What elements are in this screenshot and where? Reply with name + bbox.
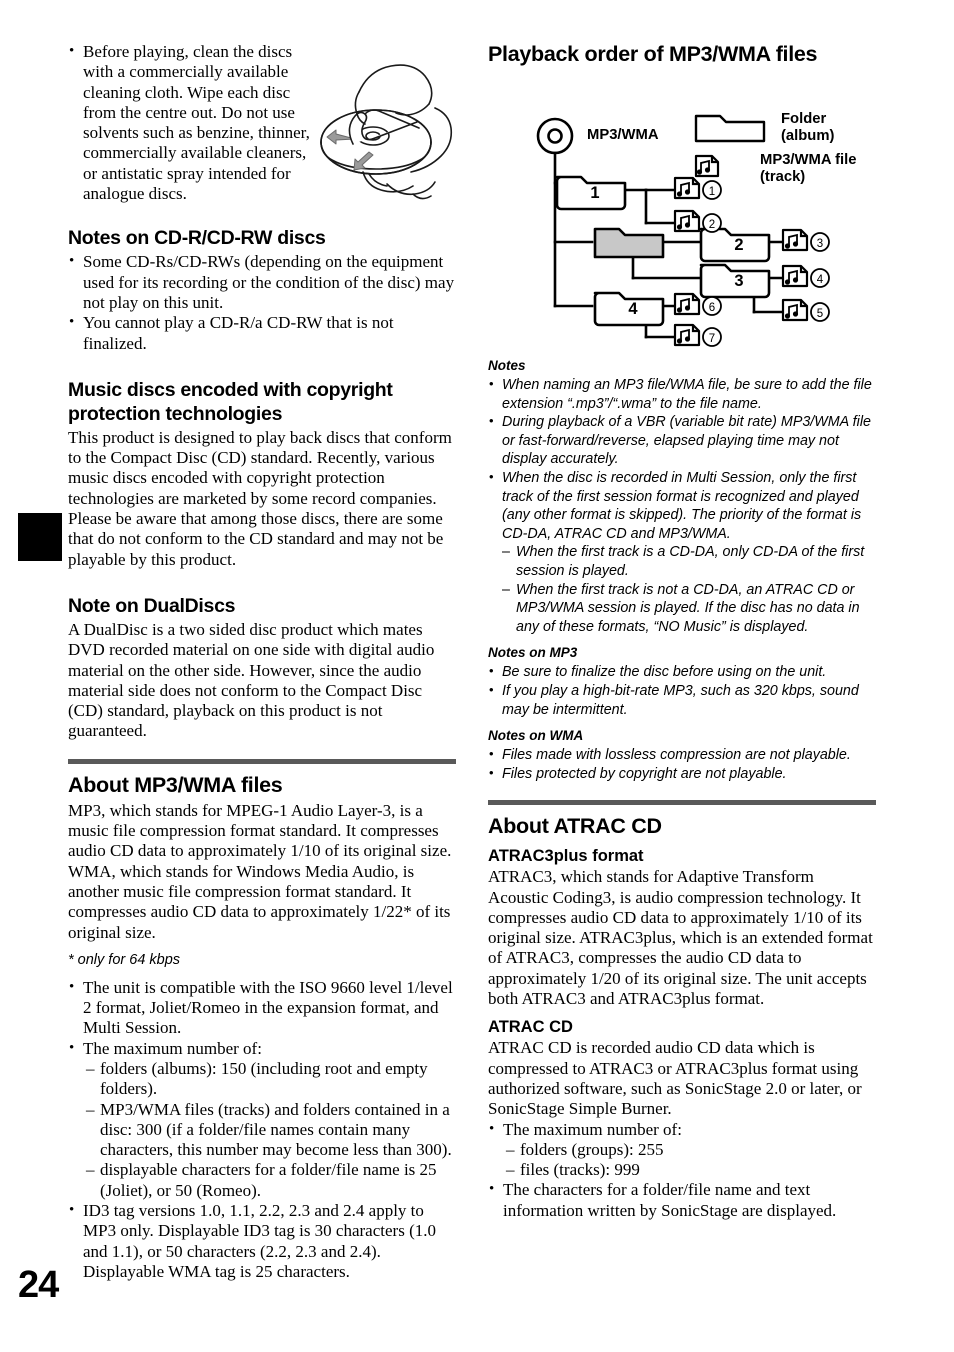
heading-notes-cdr: Notes on CD-R/CD-RW discs — [68, 227, 326, 250]
svg-text:3: 3 — [734, 272, 743, 290]
list-item: The unit is compatible with the ISO 9660… — [68, 977, 456, 1039]
list-item: When naming an MP3 file/WMA file, be sur… — [488, 375, 876, 413]
svg-text:1: 1 — [590, 184, 599, 202]
svg-text:4: 4 — [628, 300, 638, 318]
section-divider-2 — [488, 800, 876, 806]
spec-bullet-list-2: ID3 tag versions 1.0, 1.1, 2.2, 2.3 and … — [68, 1200, 456, 1282]
heading-atrac3plus-format: ATRAC3plus format — [488, 847, 644, 866]
notes-mp3-list: Be sure to finalize the disc before usin… — [488, 662, 876, 719]
atraccd-bullet-list: The maximum number of: — [488, 1119, 876, 1140]
svg-text:6: 6 — [709, 302, 715, 314]
svg-text:2: 2 — [734, 236, 743, 254]
list-item: When the disc is recorded in Multi Sessi… — [488, 468, 876, 543]
heading-notes-wma: Notes on WMA — [488, 728, 584, 744]
svg-text:2: 2 — [709, 219, 715, 231]
list-item: Some CD-Rs/CD-RWs (depending on the equi… — [68, 251, 456, 313]
list-item: The characters for a folder/file name an… — [488, 1179, 876, 1221]
footnote-64kbps: * only for 64 kbps — [68, 951, 181, 968]
list-item: The maximum number of: — [488, 1119, 876, 1140]
diagram-track-6: 6 — [673, 292, 722, 316]
legend-track-label-line1: MP3/WMA file — [760, 152, 857, 168]
list-item: Files protected by copyright are not pla… — [488, 764, 876, 784]
notes-list: When naming an MP3 file/WMA file, be sur… — [488, 375, 876, 543]
list-item: ID3 tag versions 1.0, 1.1, 2.2, 2.3 and … — [68, 1200, 456, 1282]
list-item: During playback of a VBR (variable bit r… — [488, 412, 876, 469]
list-item: Files made with lossless compression are… — [488, 745, 876, 765]
right-column: Playback order of MP3/WMA files 1 2 3 4 … — [488, 42, 876, 1221]
diagram-folder-2: 2 — [699, 227, 771, 263]
diagram-track-2: 2 — [673, 209, 722, 233]
manual-page: 24 Before playing, clean the discs with … — [0, 0, 954, 1352]
spec-bullet-list: The unit is compatible with the ISO 9660… — [68, 977, 456, 1059]
copyright-body: This product is designed to play back di… — [68, 427, 452, 569]
heading-notes: Notes — [488, 358, 526, 373]
atrac3plus-body: ATRAC3, which stands for Adaptive Transf… — [488, 867, 873, 1009]
margin-index-tab — [18, 513, 62, 561]
heading-playback-order: Playback order of MP3/WMA files — [488, 42, 818, 66]
list-item: When the first track is not a CD-DA, an … — [502, 581, 876, 637]
diagram-folder-4: 4 — [593, 291, 665, 327]
list-item: Before playing, clean the discs with a c… — [68, 41, 320, 204]
diagram-track-5: 5 — [781, 298, 830, 322]
intro-bullet-list: Before playing, clean the discs with a c… — [68, 41, 320, 204]
heading-copyright-protection: Music discs encoded with copyright prote… — [68, 378, 393, 425]
dualdisc-body: A DualDisc is a two sided disc product w… — [68, 619, 435, 741]
mp3wma-body-1: MP3, which stands for MPEG-1 Audio Layer… — [68, 800, 452, 861]
diagram-folder-grey — [593, 227, 665, 259]
diagram-track-3: 3 — [781, 228, 830, 252]
atraccd-body: ATRAC CD is recorded audio CD data which… — [488, 1038, 862, 1119]
notes-sub-list: When the first track is a CD-DA, only CD… — [488, 543, 876, 636]
cdr-bullet-list: Some CD-Rs/CD-RWs (depending on the equi… — [68, 251, 456, 354]
atraccd-bullet-list-2: The characters for a folder/file name an… — [488, 1179, 876, 1221]
list-item: folders (groups): 255 — [506, 1140, 876, 1161]
svg-text:1: 1 — [709, 186, 715, 198]
heading-notes-mp3: Notes on MP3 — [488, 645, 578, 661]
heading-atrac-cd: ATRAC CD — [488, 1018, 573, 1037]
list-item: MP3/WMA files (tracks) and folders conta… — [86, 1100, 456, 1161]
list-item: The maximum number of: — [68, 1038, 456, 1059]
disc-cleaning-illustration — [313, 48, 463, 220]
mp3wma-body-2: WMA, which stands for Windows Media Audi… — [68, 861, 451, 942]
diagram-track-7: 7 — [673, 323, 722, 347]
diagram-folder-3: 3 — [699, 263, 771, 299]
legend-folder-label-line2: (album) — [781, 128, 835, 144]
spec-sub-list: folders (albums): 150 (including root an… — [68, 1059, 456, 1201]
list-item: If you play a high-bit-rate MP3, such as… — [488, 681, 876, 719]
page-number: 24 — [18, 1264, 59, 1306]
section-divider — [68, 758, 456, 764]
legend-folder-label-line1: Folder — [781, 111, 827, 127]
notes-wma-list: Files made with lossless compression are… — [488, 745, 876, 784]
atraccd-sub-list: folders (groups): 255 files (tracks): 99… — [488, 1140, 876, 1181]
svg-text:5: 5 — [817, 308, 823, 320]
list-item: displayable characters for a folder/file… — [86, 1160, 456, 1201]
legend-folder-icon — [694, 114, 766, 143]
left-column: Before playing, clean the discs with a c… — [68, 41, 456, 1282]
diagram-track-4: 4 — [781, 264, 830, 288]
list-item: When the first track is a CD-DA, only CD… — [502, 543, 876, 580]
diagram-track-1: 1 — [673, 176, 722, 200]
diagram-root-label: MP3/WMA — [587, 127, 659, 143]
heading-about-atrac-cd: About ATRAC CD — [488, 814, 662, 839]
svg-text:7: 7 — [709, 333, 715, 345]
diagram-folder-1: 1 — [555, 175, 627, 211]
list-item: files (tracks): 999 — [506, 1160, 876, 1181]
heading-dualdiscs: Note on DualDiscs — [68, 594, 236, 617]
heading-about-mp3wma: About MP3/WMA files — [68, 772, 283, 797]
svg-text:4: 4 — [817, 274, 824, 286]
legend-music-note-icon — [694, 154, 720, 178]
legend-track-label-line2: (track) — [760, 169, 806, 185]
playback-order-diagram: 1 2 3 4 1 2 3 4 5 6 7 MP3/WMA Folder (al… — [488, 73, 876, 351]
svg-text:3: 3 — [817, 238, 823, 250]
list-item: You cannot play a CD-R/a CD-RW that is n… — [68, 312, 456, 354]
list-item: folders (albums): 150 (including root an… — [86, 1059, 456, 1100]
list-item: Be sure to finalize the disc before usin… — [488, 662, 876, 682]
